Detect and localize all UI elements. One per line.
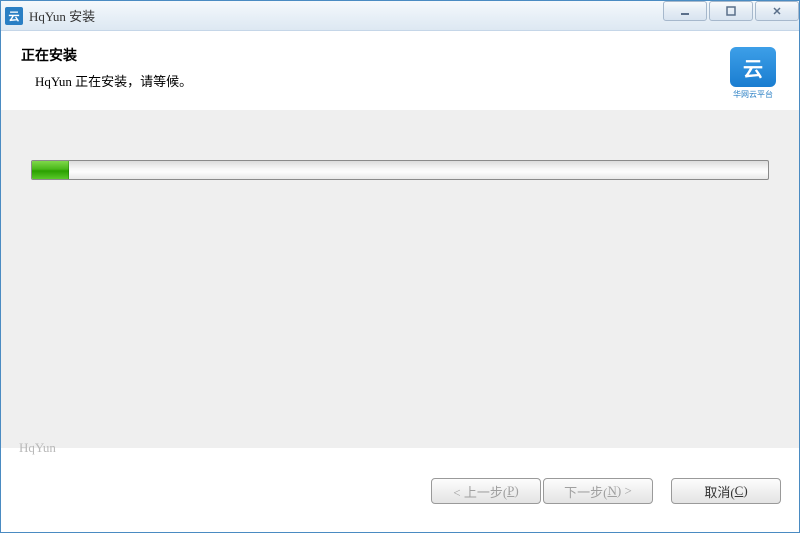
footer-brand-row: HqYun xyxy=(19,440,781,456)
minimize-button[interactable] xyxy=(663,1,707,21)
minimize-icon xyxy=(679,5,691,17)
cancel-button[interactable]: 取消(C) xyxy=(671,478,781,504)
titlebar: 云 HqYun 安装 xyxy=(1,1,799,31)
footer-brand: HqYun xyxy=(19,440,56,456)
maximize-icon xyxy=(725,5,737,17)
maximize-button[interactable] xyxy=(709,1,753,21)
window-controls xyxy=(661,1,799,23)
app-icon: 云 xyxy=(5,7,23,25)
footer-divider xyxy=(72,448,781,449)
cloud-icon: 云 xyxy=(730,47,776,87)
brand-logo: 云 华网云平台 xyxy=(727,47,779,100)
progress-fill xyxy=(32,161,69,179)
close-icon xyxy=(771,5,783,17)
back-button: < 上一步(P) xyxy=(431,478,541,504)
window-title: HqYun 安装 xyxy=(29,6,95,25)
button-row: < 上一步(P) 下一步(N) > 取消(C) xyxy=(431,478,781,504)
close-button[interactable] xyxy=(755,1,799,21)
app-icon-glyph: 云 xyxy=(9,8,20,24)
header-area: 正在安装 HqYun 正在安装，请等候。 云 华网云平台 xyxy=(1,31,799,109)
content-area xyxy=(1,110,799,448)
installer-window: 云 HqYun 安装 正在安装 HqYun 正在安装，请等候。 云 华网云平台 xyxy=(0,0,800,533)
brand-caption: 华网云平台 xyxy=(727,89,779,100)
page-title: 正在安装 xyxy=(21,45,779,65)
next-button: 下一步(N) > xyxy=(543,478,653,504)
progress-bar xyxy=(31,160,769,180)
page-subtitle: HqYun 正在安装，请等候。 xyxy=(21,71,779,90)
